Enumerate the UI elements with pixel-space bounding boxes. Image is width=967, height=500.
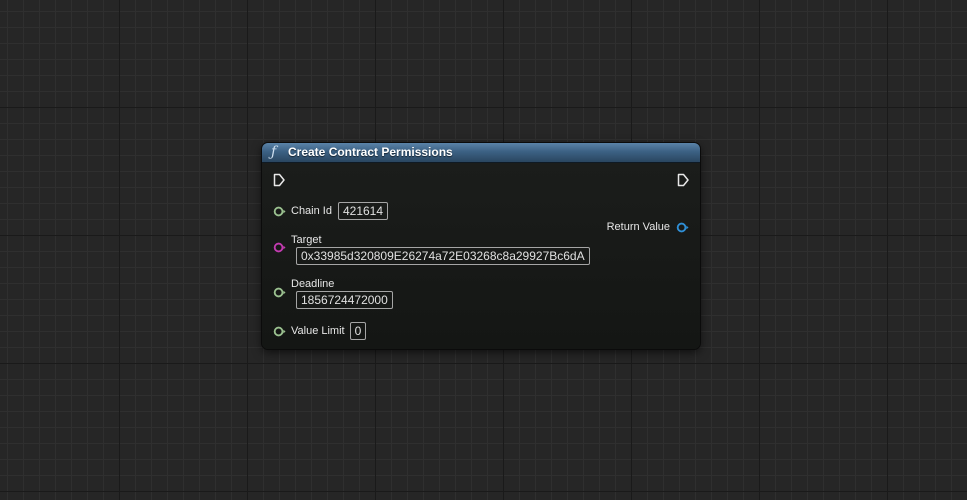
- create-contract-permissions-node[interactable]: ƒ Create Contract Permissions Chain Id 4…: [262, 143, 700, 349]
- value-limit-pin-icon[interactable]: [273, 325, 286, 338]
- function-icon: ƒ: [271, 144, 277, 160]
- exec-out-pin-icon[interactable]: [676, 173, 690, 187]
- target-label: Target: [291, 234, 322, 246]
- node-header[interactable]: ƒ Create Contract Permissions: [262, 143, 700, 163]
- target-pin-icon[interactable]: [273, 241, 286, 254]
- chain-id-pin-icon[interactable]: [273, 205, 286, 218]
- deadline-pin-row: [273, 286, 286, 299]
- target-pin-row: [273, 241, 286, 254]
- exec-in-pin-icon[interactable]: [272, 173, 286, 187]
- deadline-pin-icon[interactable]: [273, 286, 286, 299]
- node-title: Create Contract Permissions: [288, 145, 453, 159]
- chain-id-row: Chain Id 421614: [273, 202, 389, 220]
- deadline-label: Deadline: [291, 278, 335, 290]
- value-limit-label: Value Limit: [291, 325, 345, 337]
- return-value-row: Return Value: [607, 220, 689, 234]
- chain-id-label: Chain Id: [291, 205, 332, 217]
- deadline-field: Deadline 1856724472000: [291, 277, 393, 309]
- chain-id-input[interactable]: 421614: [337, 202, 389, 220]
- deadline-input[interactable]: 1856724472000: [296, 291, 393, 309]
- return-value-pin-icon[interactable]: [676, 221, 689, 234]
- target-input[interactable]: 0x33985d320809E26274a72E03268c8a29927Bc6…: [296, 247, 590, 265]
- value-limit-row: Value Limit 0: [273, 322, 367, 340]
- target-field: Target 0x33985d320809E26274a72E03268c8a2…: [291, 233, 590, 265]
- node-body: Chain Id 421614 Return Value Target 0x33…: [262, 163, 700, 349]
- value-limit-input[interactable]: 0: [349, 322, 367, 340]
- return-value-label: Return Value: [606, 221, 670, 233]
